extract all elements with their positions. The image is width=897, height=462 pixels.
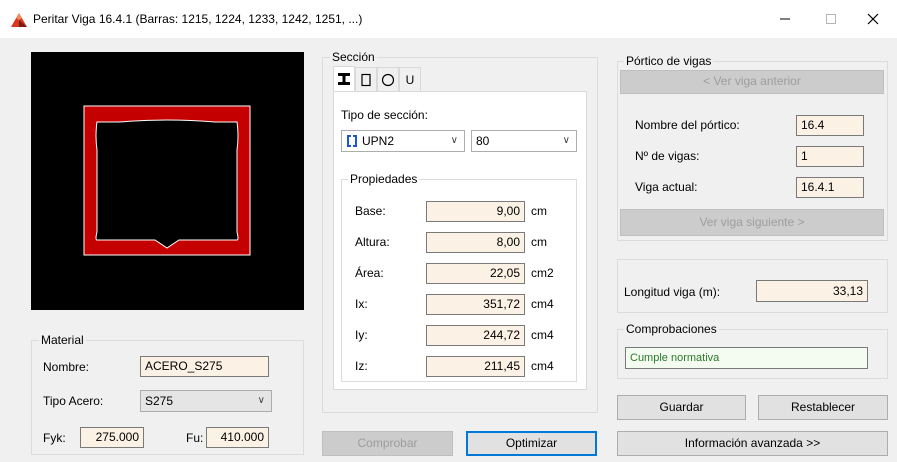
material-legend: Material <box>39 333 86 347</box>
tipo-acero-value: S275 <box>145 394 174 408</box>
prop-unit: cm <box>531 235 547 249</box>
section-preview <box>31 52 304 310</box>
portico-nombre-label: Nombre del pórtico: <box>635 118 740 132</box>
optimizar-button[interactable]: Optimizar <box>466 431 597 456</box>
maximize-icon <box>826 14 836 24</box>
nombre-label: Nombre: <box>43 360 90 374</box>
next-beam-button[interactable]: Ver viga siguiente > <box>620 209 884 236</box>
fu-label: Fu: <box>186 431 204 445</box>
minimize-icon <box>780 18 790 20</box>
tipo-seccion-select[interactable]: UPN2 ∨ <box>341 130 465 152</box>
window-title: Peritar Viga 16.4.1 (Barras: 1215, 1224,… <box>33 12 363 26</box>
prop-value-field[interactable]: 211,45 <box>426 356 525 377</box>
prop-value-field[interactable]: 9,00 <box>426 201 525 222</box>
info-avanzada-button[interactable]: Información avanzada >> <box>617 431 888 456</box>
chevron-down-icon: ∨ <box>257 395 265 406</box>
prop-label: Iz: <box>355 359 368 373</box>
prop-label: Ix: <box>355 297 368 311</box>
prop-value-field[interactable]: 351,72 <box>426 294 525 315</box>
rectangle-icon <box>361 73 371 86</box>
num-vigas-field[interactable]: 1 <box>796 146 864 167</box>
tipo-acero-select[interactable]: S275 ∨ <box>140 390 272 412</box>
circle-icon <box>381 73 395 86</box>
prop-value-field[interactable]: 244,72 <box>426 325 525 346</box>
mountain-app-icon <box>11 13 27 27</box>
prop-label: Iy: <box>355 328 368 342</box>
num-vigas-label: Nº de vigas: <box>635 149 700 163</box>
tab-circle[interactable] <box>377 67 399 91</box>
prop-unit: cm4 <box>531 328 554 342</box>
prop-label: Base: <box>355 204 386 218</box>
tipo-acero-label: Tipo Acero: <box>43 394 104 408</box>
fu-field[interactable]: 410.000 <box>206 427 269 448</box>
seccion-legend: Sección <box>330 50 377 64</box>
close-icon <box>867 13 879 25</box>
title-bar: Peritar Viga 16.4.1 (Barras: 1215, 1224,… <box>0 0 897 38</box>
prop-unit: cm <box>531 204 547 218</box>
i-beam-icon <box>338 73 350 85</box>
prop-unit: cm4 <box>531 359 554 373</box>
portico-nombre-field[interactable]: 16.4 <box>796 115 864 136</box>
prop-unit: cm4 <box>531 297 554 311</box>
minimize-button[interactable] <box>762 0 808 38</box>
viga-actual-label: Viga actual: <box>635 180 698 194</box>
tipo-seccion-value: UPN2 <box>362 134 395 148</box>
restablecer-button[interactable]: Restablecer <box>758 395 888 420</box>
prop-label: Área: <box>355 266 384 280</box>
tipo-seccion-label: Tipo de sección: <box>341 108 428 122</box>
propiedades-legend: Propiedades <box>348 172 420 186</box>
longitud-label: Longitud viga (m): <box>624 285 721 299</box>
chevron-down-icon: ∨ <box>562 135 570 146</box>
guardar-button[interactable]: Guardar <box>617 395 746 420</box>
prop-label: Altura: <box>355 235 390 249</box>
prev-beam-button[interactable]: < Ver viga anterior <box>620 70 884 94</box>
section-size-select[interactable]: 80 ∨ <box>471 130 577 152</box>
tab-rectangle[interactable] <box>355 67 377 91</box>
tab-u-label: U <box>405 72 415 87</box>
comprobar-button[interactable]: Comprobar <box>322 431 453 456</box>
longitud-field[interactable]: 33,13 <box>756 280 868 302</box>
prop-value-field[interactable]: 8,00 <box>426 232 525 253</box>
prop-value-field[interactable]: 22,05 <box>426 263 525 284</box>
tab-i-beam[interactable] <box>333 66 355 91</box>
close-button[interactable] <box>850 0 896 38</box>
maximize-button[interactable] <box>808 0 854 38</box>
fyk-label: Fyk: <box>43 431 66 445</box>
material-name-field[interactable]: ACERO_S275 <box>140 356 269 377</box>
upn-profile-icon <box>347 135 357 147</box>
prop-unit: cm2 <box>531 266 554 280</box>
upn-section-drawing <box>83 105 251 256</box>
portico-legend: Pórtico de vigas <box>624 54 714 68</box>
comprobaciones-legend: Comprobaciones <box>624 322 719 336</box>
chevron-down-icon: ∨ <box>450 135 458 146</box>
section-size-value: 80 <box>476 134 490 148</box>
compliance-status: Cumple normativa <box>625 347 868 369</box>
tab-u-profile[interactable]: U <box>399 67 421 91</box>
viga-actual-field[interactable]: 16.4.1 <box>796 177 864 198</box>
fyk-field[interactable]: 275.000 <box>80 427 144 448</box>
